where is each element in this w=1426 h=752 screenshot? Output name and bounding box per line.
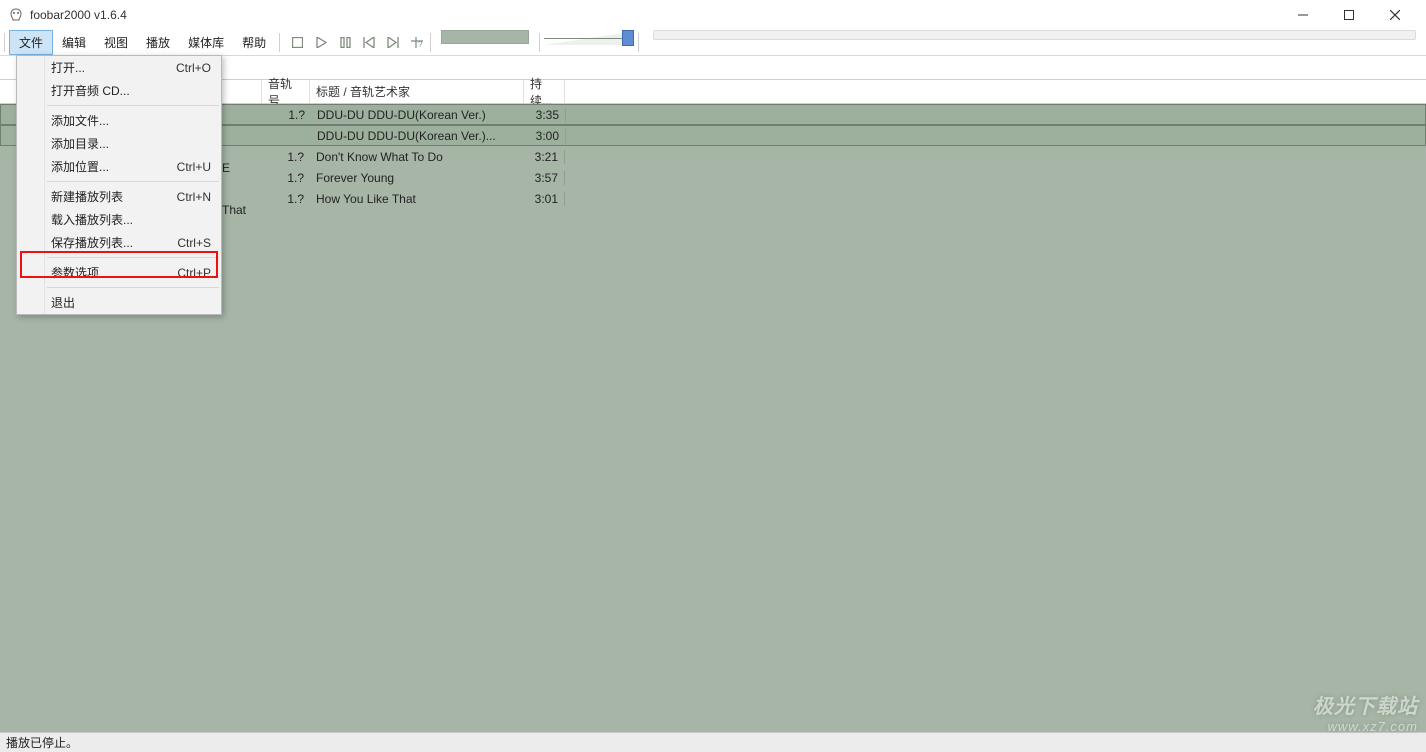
maximize-button[interactable] — [1326, 0, 1372, 30]
menu-separator — [47, 181, 219, 182]
close-button[interactable] — [1372, 0, 1418, 30]
menu-item-label: 添加位置... — [51, 158, 109, 175]
menu-file[interactable]: 文件 — [9, 30, 53, 55]
svg-text:?: ? — [418, 40, 423, 48]
menu-help[interactable]: 帮助 — [233, 30, 275, 55]
menu-item[interactable]: 载入播放列表... — [17, 208, 221, 231]
track-no: 1.? — [262, 171, 310, 185]
track-title: Forever Young — [310, 171, 524, 185]
menu-item-shortcut: Ctrl+S — [177, 236, 211, 250]
menu-item[interactable]: 添加文件... — [17, 109, 221, 132]
file-menu-dropdown: 打开... Ctrl+O 打开音频 CD... 添加文件... 添加目录... 添加位置.… — [16, 55, 222, 315]
menu-separator — [47, 105, 219, 106]
track-duration: 3:01 — [524, 192, 565, 206]
pause-icon[interactable] — [336, 34, 354, 52]
col-title-artist[interactable]: 标题 / 音轨艺术家 — [310, 80, 524, 103]
next-icon[interactable] — [384, 34, 402, 52]
col-duration[interactable]: 持续... — [524, 80, 565, 103]
track-duration: 3:57 — [524, 171, 565, 185]
watermark: 极光下载站 www.xz7.com — [1313, 690, 1418, 734]
status-text: 播放已停止。 — [6, 734, 78, 751]
menubar: 文件 编辑 视图 播放 媒体库 帮助 ? — [0, 30, 1426, 56]
menu-item-label: 添加文件... — [51, 112, 109, 129]
stop-icon[interactable] — [288, 34, 306, 52]
track-duration: 3:35 — [525, 108, 566, 122]
menu-item[interactable]: 退出 — [17, 291, 221, 314]
menu-item[interactable]: 保存播放列表... Ctrl+S — [17, 231, 221, 254]
play-icon[interactable] — [312, 34, 330, 52]
menu-item[interactable]: 打开音频 CD... — [17, 79, 221, 102]
menu-item[interactable]: 参数选项 Ctrl+P — [17, 261, 221, 284]
volume-thumb[interactable] — [622, 30, 634, 46]
menu-item-shortcut: Ctrl+P — [177, 266, 211, 280]
random-icon[interactable]: ? — [408, 34, 426, 52]
menu-item-label: 打开音频 CD... — [51, 82, 130, 99]
minimize-button[interactable] — [1280, 0, 1326, 30]
col-track-no[interactable]: 音轨号 — [262, 80, 310, 103]
menu-item[interactable]: 添加目录... — [17, 132, 221, 155]
menu-view[interactable]: 视图 — [95, 30, 137, 55]
menu-item[interactable]: 打开... Ctrl+O — [17, 56, 221, 79]
prev-icon[interactable] — [360, 34, 378, 52]
menu-item-label: 添加目录... — [51, 135, 109, 152]
menu-item-label: 退出 — [51, 294, 75, 311]
menu-item[interactable]: 新建播放列表 Ctrl+N — [17, 185, 221, 208]
track-duration: 3:21 — [524, 150, 565, 164]
menu-item-label: 打开... — [51, 59, 85, 76]
menu-item-label: 载入播放列表... — [51, 211, 133, 228]
menu-edit[interactable]: 编辑 — [53, 30, 95, 55]
titlebar: foobar2000 v1.6.4 — [0, 0, 1426, 30]
track-no: 1.? — [262, 150, 310, 164]
track-no: 1.? — [262, 192, 310, 206]
menu-item-label: 参数选项 — [51, 264, 99, 281]
peek-col-that: That — [222, 203, 246, 217]
progress-bar[interactable] — [653, 30, 1416, 40]
app-icon — [8, 7, 24, 23]
menu-item-label: 新建播放列表 — [51, 188, 123, 205]
menu-separator — [47, 287, 219, 288]
menu-item-shortcut: Ctrl+O — [176, 61, 211, 75]
menu-library[interactable]: 媒体库 — [179, 30, 233, 55]
track-no: 1.? — [263, 108, 311, 122]
peek-col-e: E — [222, 161, 230, 175]
volume-slider[interactable] — [544, 30, 634, 48]
status-bar: 播放已停止。 — [0, 732, 1426, 752]
menu-item-shortcut: Ctrl+U — [177, 160, 211, 174]
window-title: foobar2000 v1.6.4 — [30, 8, 1280, 22]
track-title: How You Like That — [310, 192, 524, 206]
menu-item-shortcut: Ctrl+N — [177, 190, 211, 204]
menu-separator — [47, 257, 219, 258]
menu-item[interactable]: 添加位置... Ctrl+U — [17, 155, 221, 178]
playback-toolbar: ? — [284, 30, 426, 55]
track-duration: 3:00 — [525, 129, 566, 143]
menu-play[interactable]: 播放 — [137, 30, 179, 55]
track-title: DDU-DU DDU-DU(Korean Ver.)... — [311, 129, 525, 143]
track-title: DDU-DU DDU-DU(Korean Ver.) — [311, 108, 525, 122]
seek-bar[interactable] — [441, 30, 529, 44]
menu-item-label: 保存播放列表... — [51, 234, 133, 251]
track-title: Don't Know What To Do — [310, 150, 524, 164]
